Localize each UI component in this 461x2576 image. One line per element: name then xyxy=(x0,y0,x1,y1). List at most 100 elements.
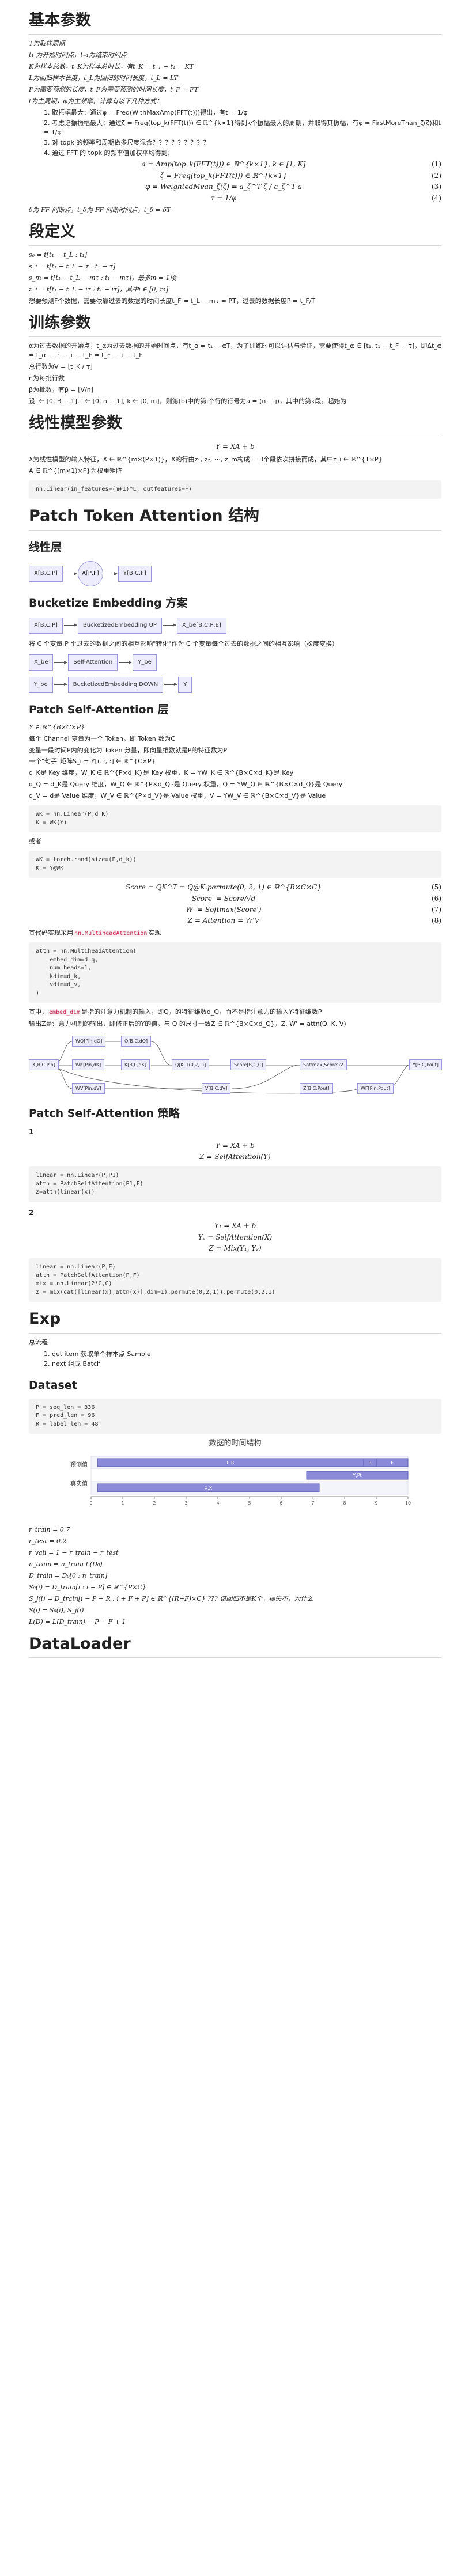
basic-lines: T为取样周期 t₁ 为开始时间点，t₋₁为结束时间点 K为样本总数，t_K为样本… xyxy=(29,39,441,106)
gantt-tick-label: 10 xyxy=(405,1501,411,1506)
node-qkt: Q[K_T(0,2,1)] xyxy=(172,1059,210,1071)
arrow-icon xyxy=(63,623,77,627)
basic-line: K为样本总数，t_K为样本总时长，有t_K = t₋₁ − t₁ = KT xyxy=(29,63,194,71)
basic-list-item: 4. 通过 FFT 的 topk 的频率值加权平均得到： xyxy=(44,149,174,157)
arrow-icon xyxy=(54,660,68,664)
document: 基本参数 T为取样周期 t₁ 为开始时间点，t₋₁为结束时间点 K为样本总数，t… xyxy=(0,0,461,1658)
tail-line: S₀(i) = D_train[i : i + P] ∈ ℝ^{P×C} xyxy=(29,1583,146,1591)
gantt-bar-label: F xyxy=(391,1460,394,1465)
code-block-wk-rand: WK = torch.rand(size=(P,d_k)) K = Y@WK xyxy=(29,851,441,878)
code-block-wk-linear: WK = nn.Linear(P,d_K) K = WK(Y) xyxy=(29,805,441,833)
gantt-tick-label: 6 xyxy=(279,1501,282,1506)
gantt-tick-label: 9 xyxy=(375,1501,377,1506)
gantt-tick-label: 0 xyxy=(89,1501,92,1506)
node-a: A[P,F] xyxy=(77,561,103,587)
inline-code: nn.MultiheadAttention xyxy=(73,930,149,937)
equation-number: (1) xyxy=(432,160,441,169)
equation: W' = Softmax(Score') xyxy=(186,905,262,914)
linear-equation: Y = XA + b xyxy=(216,442,255,450)
equation: Y = XA + b xyxy=(216,1141,255,1150)
basic-list-item: 1. 取振幅最大：通过φ = Freq(WithMaxAmp(FFT(t)))得… xyxy=(44,108,248,116)
code-block-dataset: P = seq_len = 336 F = pred_len = 96 R = … xyxy=(29,1398,441,1434)
gantt-tick-label: 3 xyxy=(184,1501,187,1506)
node-x: X[B,C,Pin] xyxy=(29,1059,59,1071)
heading-dataset: Dataset xyxy=(29,1379,77,1392)
heading-bucket: Bucketize Embedding 方案 xyxy=(29,597,188,610)
node-y-be: Y_be xyxy=(133,654,157,671)
psa-line: 每个 Channel 变量为一个 Token，即 Token 数为C xyxy=(29,734,175,743)
def-line: s₀ = t[t₁ − t_L : t₁] xyxy=(29,251,88,259)
tail-line: L(D) = L(D_train) − P − F + 1 xyxy=(29,1617,126,1626)
def-line: z_i = t[t₁ − t_L − iτ : t₁ − iτ]，其中i ∈ [… xyxy=(29,285,169,293)
strategy-2-equations: Y₁ = XA + b Y₂ = SelfAttention(X) Z = Mi… xyxy=(29,1221,441,1253)
psa-line: Y ∈ ℝ^{B×C×P} xyxy=(29,723,85,731)
heading-basic: 基本参数 xyxy=(29,9,441,35)
tail-lines: r_train = 0.7 r_test = 0.2 r_vali = 1 − … xyxy=(29,1525,441,1626)
node-q: Q[B,C,dQ] xyxy=(121,1035,152,1047)
flow-bucket-up: X[B,C,P] BucketizedEmbedding UP X_be[B,C… xyxy=(29,617,441,634)
tail-line: D_train = D₀[0 : n_train] xyxy=(29,1572,108,1580)
equation-number: (8) xyxy=(432,916,441,925)
psa-tail-a: 其中， xyxy=(29,1008,48,1016)
tail-line: S_j(i) = D_train[i − P − R : i + F + P] … xyxy=(29,1594,313,1603)
train-line: β为批数，有β = ⌊V/n⌋ xyxy=(29,385,94,393)
train-line: 设l ∈ [0, B − 1], j ∈ [0, n − 1], k ∈ [0,… xyxy=(29,397,347,405)
gantt-title: 数据的时间结构 xyxy=(209,1439,262,1448)
equation: Z = SelfAttention(Y) xyxy=(199,1153,271,1161)
strategy-2-heading: 2 xyxy=(29,1208,34,1217)
basic-line: T为取样周期 xyxy=(29,40,65,48)
node-v: V[B,C,dV] xyxy=(202,1082,231,1094)
train-line: α为过去数据的开始点，t_α为过去数据的开始时间点，有t_α = t₁ − αT… xyxy=(29,342,441,359)
node-x-be: X_be xyxy=(29,654,54,671)
code-block-linear: nn.Linear(in_features=(m+1)*L, outfeatur… xyxy=(29,480,441,499)
equation: Z = Mix(Y₁, Y₂) xyxy=(209,1244,262,1253)
code-block-strategy-2: linear = nn.Linear(P,F) attn = PatchSelf… xyxy=(29,1258,441,1302)
node-bucket-up: BucketizedEmbedding UP xyxy=(77,617,162,634)
linear-line: A ∈ ℝ^{(m×1)×F}为权重矩阵 xyxy=(29,467,123,475)
psa-equations: Score = QK^T = Q@K.permute(0, 2, 1) ∈ ℝ^… xyxy=(29,882,441,926)
gantt-tick-label: 7 xyxy=(311,1501,314,1506)
def-line: s_i = t[t₁ − t_L − τ : t₁ − τ] xyxy=(29,263,116,271)
gantt-bar-label: Y,Pt xyxy=(352,1473,361,1478)
node-wk: WK[Pin,dK] xyxy=(72,1059,105,1071)
gantt-bar-label: R xyxy=(368,1460,372,1465)
inline-code: embed_dim xyxy=(48,1009,82,1016)
equation-number: (7) xyxy=(432,905,441,914)
node-self-attention: Self-Attention xyxy=(68,654,118,671)
gantt-bar-label: P,R xyxy=(227,1460,235,1465)
strategy-1-heading: 1 xyxy=(29,1128,34,1137)
gantt-tick-label: 5 xyxy=(248,1501,251,1506)
psa-tail-2: 输出Z是注意力机制的输出，即修正后的Y的值，与 Q 的尺寸一致Z ∈ ℝ^{B×… xyxy=(29,1020,346,1028)
tail-line: r_train = 0.7 xyxy=(29,1526,70,1534)
heading-exp: Exp xyxy=(29,1308,441,1334)
node-x: X[B,C,P] xyxy=(29,617,63,634)
heading-pta: Patch Token Attention 结构 xyxy=(29,505,441,531)
equation: a = Amp(top_k(FFT(t))) ∈ ℝ^{k×1}, k ∈ [1… xyxy=(141,160,306,169)
basic-line: t₁ 为开始时间点，t₋₁为结束时间点 xyxy=(29,51,127,59)
psa-impl-tail: 实现 xyxy=(148,929,161,937)
equation: Z = Attention = W'V xyxy=(187,916,260,925)
equation: φ = WeightedMean_ζ(ζ) = a_ζ^T ζ / a_ζ^T … xyxy=(145,183,303,191)
psa-either: 或者 xyxy=(29,838,41,846)
basic-list: 1. 取振幅最大：通过φ = Freq(WithMaxAmp(FFT(t)))得… xyxy=(29,108,441,158)
heading-def: 段定义 xyxy=(29,221,441,247)
equation-number: (3) xyxy=(432,183,441,191)
equation: τ = 1/φ xyxy=(210,194,237,202)
bucket-note: 将 C 个变量 P 个过去的数据之间的相互影响"转化"作为 C 个变量每个过去的… xyxy=(29,640,339,648)
equation-number: (6) xyxy=(432,894,441,903)
node-x: X[B,C,P] xyxy=(29,565,63,582)
basic-line: F为需要预测的长度，t_F为需要预测的时间长度，t_F = FT xyxy=(29,85,198,93)
arrow-icon xyxy=(119,660,133,664)
node-y-be: Y_be xyxy=(29,676,53,694)
equation-number: (2) xyxy=(432,171,441,180)
exp-list-item: 2. next 组成 Batch xyxy=(44,1360,101,1368)
gantt-tick-label: 4 xyxy=(216,1501,219,1506)
node-y: Y[B,C,Pout] xyxy=(409,1059,442,1071)
heading-linear-layer: 线性层 xyxy=(29,540,62,554)
linear-line: X为线性模型的输入特征，X ∈ ℝ^{m×(P×1)}，X的行由z₁, z₂, … xyxy=(29,456,383,464)
gantt-svg: 预测值真实值 P,R R F Y,Pt X,X 0 1 2 3 4 5 6 7 8 9 10 xyxy=(70,1456,411,1506)
basic-tail: δ为 FF 间断点，t_δ为 FF 间断时间点，t_δ = δT xyxy=(29,206,171,214)
psa-tail: 其中， embed_dim 是指的注意力机制的输入，即Q，的特征维数d_Q，而不是指… xyxy=(29,1007,441,1017)
node-x-be: X_be[B,C,P,E] xyxy=(176,617,226,634)
exp-list: 1. get item 获取单个样本点 Sample 2. next 组成 Ba… xyxy=(29,1350,441,1369)
